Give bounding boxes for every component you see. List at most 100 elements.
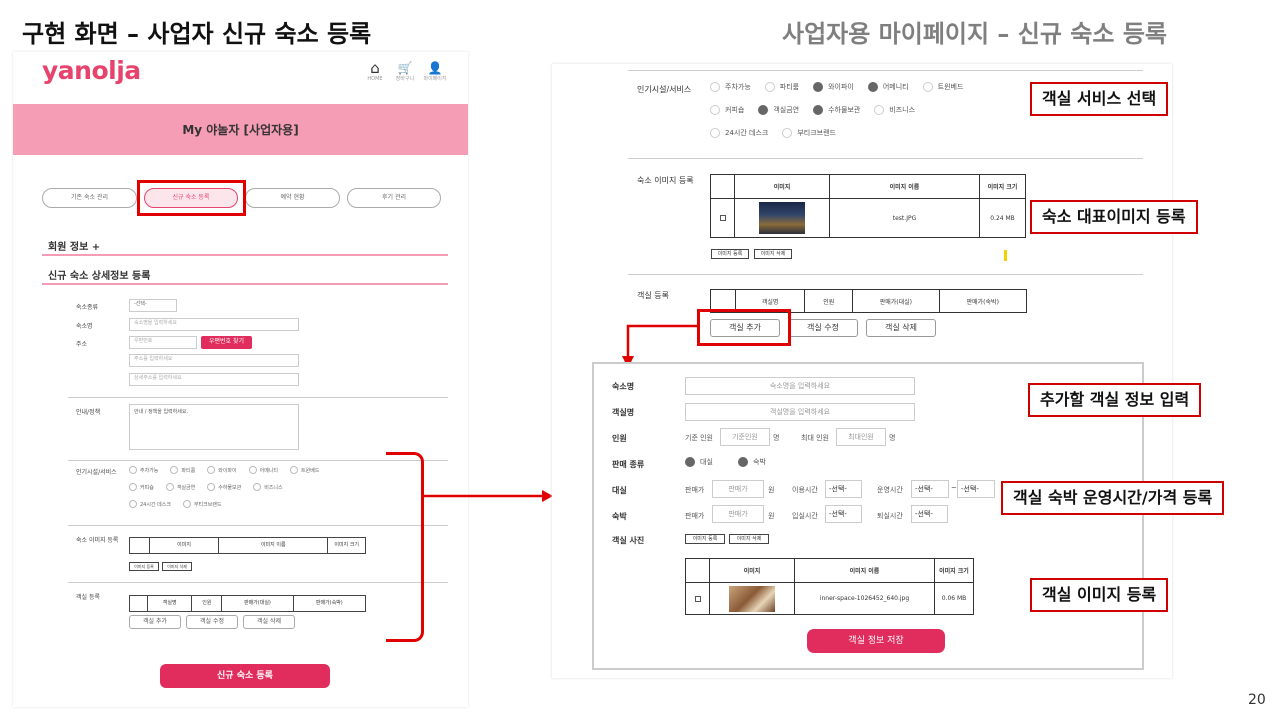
checkout-select[interactable]: -선택- [911,505,948,523]
facility-option[interactable]: 트윈베드 [290,466,319,474]
radio-icon [874,105,885,115]
address1-input[interactable]: 주소를 입력하세요 [129,354,299,367]
radio-icon [710,105,720,115]
facility-option[interactable]: 부티크브랜드 [182,500,222,508]
radio-icon [738,457,748,467]
divider [628,158,1143,159]
daystay-price-input[interactable]: 판매가 [712,480,764,498]
facility-option[interactable]: 어메니티 [867,82,909,92]
zip-search-button[interactable]: 우편번호 찾기 [201,336,252,349]
image-delete-button[interactable]: 이미지 삭제 [162,562,192,571]
tab-existing-lodging[interactable]: 기존 숙소 관리 [42,188,137,208]
use-time-select[interactable]: -선택- [825,480,862,498]
facility-option[interactable]: 부티크브랜드 [782,128,836,138]
image-add-button-right[interactable]: 이미지 등록 [711,249,749,259]
facility-option[interactable]: 비즈니스 [253,483,283,491]
row-checkbox[interactable] [719,215,726,221]
image-name-cell: test.JPG [830,199,980,237]
submit-new-lodging-button[interactable]: 신규 숙소 등록 [160,664,330,688]
op-time-start-select[interactable]: -선택- [911,480,949,498]
guide-textarea[interactable]: 안내 / 정책을 입력하세요. [129,404,299,450]
facility-row: 24시간 데스크 부티크브랜드 [710,128,963,138]
image-add-button[interactable]: 이미지 등록 [129,562,159,571]
facility-option[interactable]: 와이파이 [207,466,237,474]
facility-option[interactable]: 주차가능 [129,466,158,474]
radio-icon [207,483,216,491]
save-room-button[interactable]: 객실 정보 저장 [807,629,945,653]
facility-option[interactable]: 파티룸 [764,82,799,92]
tab-reviews[interactable]: 후기 관리 [347,188,441,208]
table-header-image-name: 이미지 이름 [830,175,980,198]
row-checkbox[interactable] [694,595,701,602]
facility-option[interactable]: 커피숍 [710,105,744,115]
radio-icon [207,466,216,474]
label-facilities: 인기시설/서비스 [76,469,117,476]
label-lodging-type: 숙소종류 [76,304,99,311]
zip-input[interactable]: 우편번호 [129,336,197,349]
lodging-name-input[interactable]: 숙소명을 입력하세요 [129,318,299,331]
facility-option[interactable]: 24시간 데스크 [710,128,768,138]
op-time-end-select[interactable]: -선택- [957,480,995,498]
facility-option[interactable]: 파티룸 [170,466,195,474]
unit-won: 원 [768,486,775,494]
facility-option[interactable]: 24시간 데스크 [129,500,171,508]
table-header-image: 이미지 [710,559,795,582]
label-facilities-right: 인기시설/서비스 [637,85,692,94]
divider [628,70,1143,71]
room-name-input[interactable]: 객실명을 입력하세요 [685,403,915,421]
room-delete-button-right[interactable]: 객실 삭제 [866,319,936,337]
facility-option[interactable]: 수하물보관 [813,105,860,115]
room-edit-button[interactable]: 객실 수정 [186,615,238,629]
max-people-input[interactable]: 최대인원 [836,428,886,446]
lodging-type-select[interactable]: -선택- [129,299,177,312]
label-use-time: 이용시간 [792,486,818,494]
radio-icon [182,500,191,508]
nav-cart[interactable]: 🛒 장바구니 [390,60,420,83]
facility-row: 주차가능 파티룸 와이파이 어메니티 트윈베드 [129,466,319,474]
lodging-image-table-right: 이미지 이미지 이름 이미지 크기 test.JPG 0.24 MB [710,174,1026,238]
sale-type-overnight[interactable]: 숙박 [738,457,766,467]
text-cursor-marker [1004,250,1007,261]
facility-option[interactable]: 객실금연 [165,483,195,491]
facility-option[interactable]: 와이파이 [813,82,854,92]
room-photo-add-button[interactable]: 이미지 등록 [685,534,725,544]
sale-type-daystay[interactable]: 대실 [685,457,713,467]
label-sale-type: 판매 종류 [612,460,645,469]
nav-mypage[interactable]: 👤 마이페이지 [420,60,450,83]
facility-option[interactable]: 객실금연 [758,105,799,115]
table-header-check [711,175,735,198]
facility-option[interactable]: 비즈니스 [874,105,915,115]
facility-row: 커피숍 객실금연 수하물보관 비즈니스 [710,105,963,115]
facility-row: 24시간 데스크 부티크브랜드 [129,500,319,508]
label-overnight-price: 판매가 [685,512,705,520]
lodging-name-input-form[interactable]: 숙소명을 입력하세요 [685,377,915,395]
table-row: test.JPG 0.24 MB [711,199,1025,237]
address2-input[interactable]: 상세주소를 입력하세요 [129,373,299,386]
unit-people: 명 [889,434,896,442]
facility-option[interactable]: 트윈베드 [922,82,963,92]
unit-people: 명 [773,434,780,442]
radio-icon [813,105,824,115]
image-delete-button-right[interactable]: 이미지 삭제 [754,249,792,259]
base-people-input[interactable]: 기준인원 [720,428,770,446]
room-add-button[interactable]: 객실 추가 [129,615,181,629]
room-edit-button-right[interactable]: 객실 수정 [788,319,858,337]
yanolja-logo[interactable]: yanolja [42,56,141,85]
overnight-price-input[interactable]: 판매가 [712,505,764,523]
tab-reservations[interactable]: 예약 현황 [245,188,340,208]
label-daystay-price: 판매가 [685,486,705,494]
label-room-name: 객실명 [612,408,635,417]
room-photo-delete-button[interactable]: 이미지 삭제 [729,534,769,544]
facility-option[interactable]: 커피숍 [129,483,154,491]
mypage-header-title: My 야놀자 [사업자용] [182,123,299,137]
radio-icon [129,483,137,491]
label-address: 주소 [76,341,88,348]
facility-option[interactable]: 어메니티 [248,466,278,474]
nav-home[interactable]: ⌂ HOME [360,60,390,83]
facility-option[interactable]: 수하물보관 [207,483,241,491]
divider [68,397,448,398]
facility-option[interactable]: 주차가능 [710,82,751,92]
member-info-toggle[interactable]: 회원 정보 + [48,238,100,253]
room-delete-button[interactable]: 객실 삭제 [243,615,295,629]
checkin-select[interactable]: -선택- [825,505,862,523]
